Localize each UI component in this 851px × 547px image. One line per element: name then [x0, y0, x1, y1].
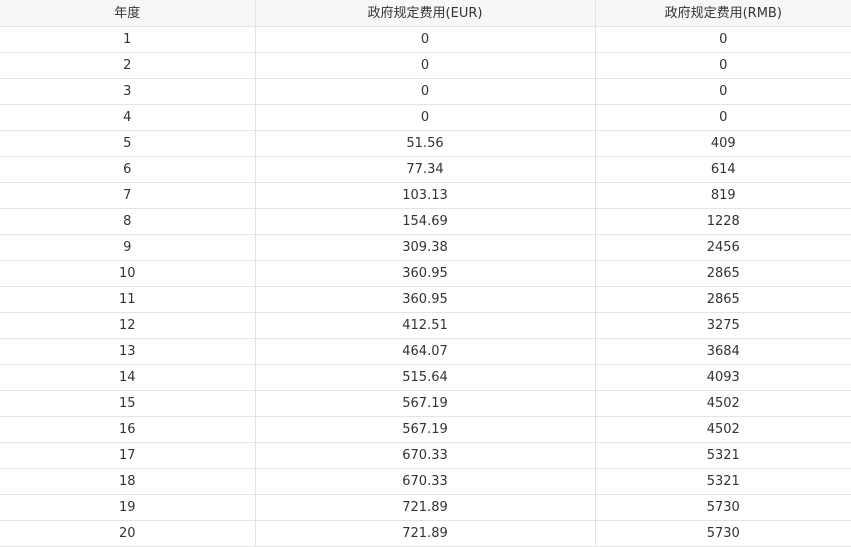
table-row: 10 360.95 2865	[0, 260, 851, 287]
cell-fee-eur: 51.56	[254, 130, 596, 157]
cell-fee-rmb: 4502	[594, 416, 851, 443]
cell-fee-rmb: 2456	[594, 234, 851, 261]
table-row: 5 51.56 409	[0, 130, 851, 157]
cell-fee-rmb: 4502	[594, 390, 851, 417]
cell-year: 17	[0, 442, 256, 469]
table-row: 9 309.38 2456	[0, 234, 851, 261]
cell-fee-rmb: 5321	[594, 442, 851, 469]
cell-year: 4	[0, 104, 256, 131]
cell-fee-eur: 0	[254, 26, 596, 53]
cell-fee-rmb: 614	[594, 156, 851, 183]
cell-fee-eur: 360.95	[254, 286, 596, 313]
table-row: 100	[0, 26, 851, 53]
header-fee-rmb: 政府规定费用(RMB)	[594, 0, 851, 27]
cell-year: 13	[0, 338, 256, 365]
cell-fee-rmb: 3684	[594, 338, 851, 365]
cell-fee-rmb: 409	[594, 130, 851, 157]
cell-fee-rmb: 5321	[594, 468, 851, 495]
table-row: 16 567.19 4502	[0, 416, 851, 443]
table-row: 6 77.34 614	[0, 156, 851, 183]
table-row: 17 670.33 5321	[0, 442, 851, 469]
fee-table: 年度 政府规定费用(EUR) 政府规定费用(RMB) 1002003004005…	[0, 0, 851, 547]
table-row: 19 721.89 5730	[0, 494, 851, 521]
cell-fee-eur: 0	[254, 104, 596, 131]
header-fee-eur: 政府规定费用(EUR)	[254, 0, 596, 27]
table-row: 13 464.07 3684	[0, 338, 851, 365]
cell-fee-rmb: 1228	[594, 208, 851, 235]
cell-year: 8	[0, 208, 256, 235]
header-row: 年度 政府规定费用(EUR) 政府规定费用(RMB)	[0, 0, 851, 27]
table-row: 7 103.13 819	[0, 182, 851, 209]
cell-fee-rmb: 3275	[594, 312, 851, 339]
cell-fee-eur: 77.34	[254, 156, 596, 183]
cell-year: 7	[0, 182, 256, 209]
table-row: 11 360.95 2865	[0, 286, 851, 313]
table-row: 12 412.51 3275	[0, 312, 851, 339]
table-row: 400	[0, 104, 851, 131]
cell-fee-eur: 0	[254, 78, 596, 105]
cell-fee-eur: 360.95	[254, 260, 596, 287]
table-row: 18 670.33 5321	[0, 468, 851, 495]
cell-fee-rmb: 0	[594, 78, 851, 105]
table-row: 8 154.69 1228	[0, 208, 851, 235]
cell-year: 3	[0, 78, 256, 105]
cell-fee-rmb: 5730	[594, 520, 851, 547]
cell-year: 15	[0, 390, 256, 417]
cell-year: 14	[0, 364, 256, 391]
cell-fee-rmb: 5730	[594, 494, 851, 521]
cell-fee-eur: 721.89	[254, 520, 596, 547]
cell-fee-eur: 670.33	[254, 442, 596, 469]
cell-year: 19	[0, 494, 256, 521]
cell-fee-eur: 515.64	[254, 364, 596, 391]
cell-year: 12	[0, 312, 256, 339]
cell-fee-eur: 464.07	[254, 338, 596, 365]
cell-fee-eur: 0	[254, 52, 596, 79]
header-year: 年度	[0, 0, 256, 27]
cell-fee-eur: 721.89	[254, 494, 596, 521]
cell-fee-rmb: 4093	[594, 364, 851, 391]
cell-year: 6	[0, 156, 256, 183]
table-row: 300	[0, 78, 851, 105]
cell-fee-rmb: 2865	[594, 260, 851, 287]
cell-fee-rmb: 2865	[594, 286, 851, 313]
cell-fee-eur: 309.38	[254, 234, 596, 261]
cell-fee-rmb: 819	[594, 182, 851, 209]
table-row: 200	[0, 52, 851, 79]
cell-fee-rmb: 0	[594, 26, 851, 53]
table-header: 年度 政府规定费用(EUR) 政府规定费用(RMB)	[0, 0, 851, 27]
cell-year: 5	[0, 130, 256, 157]
table-row: 14 515.64 4093	[0, 364, 851, 391]
cell-year: 20	[0, 520, 256, 547]
cell-fee-eur: 103.13	[254, 182, 596, 209]
cell-fee-eur: 670.33	[254, 468, 596, 495]
table-row: 15 567.19 4502	[0, 390, 851, 417]
table-body: 1 0 0 2 0 0 3 0 0 4 0 0 5 51.56 409 6 77.34 614 7 103.13 819…	[0, 26, 851, 547]
table-row: 20 721.89 5730	[0, 520, 851, 547]
cell-year: 18	[0, 468, 256, 495]
cell-year: 16	[0, 416, 256, 443]
cell-fee-eur: 154.69	[254, 208, 596, 235]
cell-fee-rmb: 0	[594, 104, 851, 131]
cell-fee-rmb: 0	[594, 52, 851, 79]
cell-year: 9	[0, 234, 256, 261]
cell-fee-eur: 567.19	[254, 416, 596, 443]
cell-year: 1	[0, 26, 256, 53]
cell-fee-eur: 412.51	[254, 312, 596, 339]
cell-year: 11	[0, 286, 256, 313]
cell-fee-eur: 567.19	[254, 390, 596, 417]
cell-year: 10	[0, 260, 256, 287]
cell-year: 2	[0, 52, 256, 79]
